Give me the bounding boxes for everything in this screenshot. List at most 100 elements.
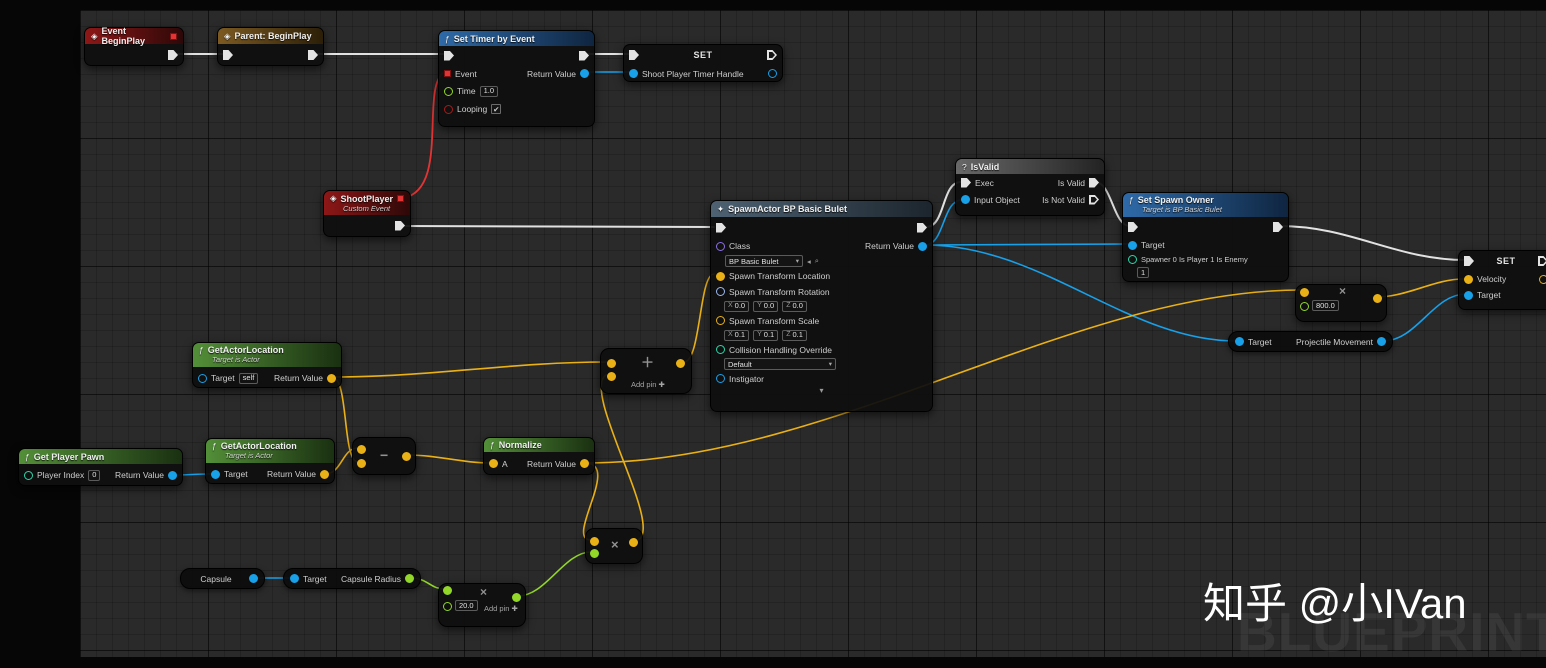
- class-pin[interactable]: [716, 241, 725, 251]
- exec-in-pin[interactable]: [444, 50, 454, 61]
- collision-handling-dropdown[interactable]: Default ▾: [724, 358, 836, 370]
- spawn-rotation-pin[interactable]: [716, 287, 725, 296]
- time-pin[interactable]: [444, 86, 453, 96]
- node-getactorlocation-player[interactable]: ƒ GetActorLocation Target is Actor Targe…: [205, 438, 335, 484]
- output-pin[interactable]: [512, 593, 521, 602]
- input-a-pin[interactable]: [489, 459, 498, 468]
- collapse-arrow-icon[interactable]: ▾: [711, 386, 932, 396]
- event-delegate-pin[interactable]: [444, 70, 451, 77]
- input-b-pin[interactable]: [357, 459, 366, 468]
- output-pin[interactable]: [1373, 294, 1382, 303]
- node-header[interactable]: ƒ GetActorLocation Target is Actor: [206, 439, 334, 463]
- return-value-pin[interactable]: [327, 373, 336, 383]
- node-spawnactor[interactable]: ✦ SpawnActor BP Basic Bulet Class Return…: [710, 200, 933, 412]
- target-pin[interactable]: [1235, 337, 1244, 346]
- input-a-pin[interactable]: [607, 359, 616, 368]
- instigator-pin[interactable]: [716, 374, 725, 383]
- exec-in-pin[interactable]: [1464, 256, 1474, 266]
- exec-in-pin[interactable]: [961, 177, 971, 188]
- looping-pin[interactable]: [444, 104, 453, 114]
- input-a-pin[interactable]: [443, 586, 452, 595]
- input-a-pin[interactable]: [590, 537, 599, 546]
- node-header[interactable]: ? IsValid: [956, 159, 1104, 174]
- browse-asset-icon[interactable]: ⌕: [815, 256, 819, 266]
- node-capsule-radius[interactable]: Target Capsule Radius: [283, 568, 421, 589]
- input-b-pin[interactable]: [607, 372, 616, 381]
- velocity-pin[interactable]: [1464, 274, 1473, 284]
- input-a-pin[interactable]: [1300, 288, 1309, 297]
- target-pin[interactable]: [1128, 240, 1137, 250]
- node-header[interactable]: ◈ Event BeginPlay: [85, 26, 183, 46]
- node-parent-beginplay[interactable]: ◈ Parent: BeginPlay: [217, 27, 324, 66]
- exec-out-pin[interactable]: [1538, 256, 1546, 266]
- exec-in-pin[interactable]: [1128, 222, 1138, 232]
- exec-in-pin[interactable]: [716, 222, 726, 233]
- spawn-location-pin[interactable]: [716, 271, 725, 281]
- target-pin[interactable]: [198, 373, 207, 383]
- output-pin[interactable]: [629, 538, 638, 547]
- return-value-pin[interactable]: [918, 241, 927, 251]
- node-header[interactable]: ƒ Set Timer by Event: [439, 31, 594, 46]
- node-header[interactable]: ◈ Parent: BeginPlay: [218, 28, 323, 44]
- exec-in-pin[interactable]: [223, 50, 233, 60]
- add-pin-button[interactable]: Add pin ✚: [631, 380, 665, 389]
- target-pin[interactable]: [1464, 290, 1473, 300]
- exec-out-pin[interactable]: [917, 222, 927, 233]
- rotation-x-input[interactable]: X 0.0: [724, 300, 750, 312]
- class-dropdown[interactable]: BP Basic Bulet ▾: [725, 255, 803, 267]
- add-pin-button[interactable]: Add pin ✚: [484, 604, 518, 613]
- is-not-valid-exec-pin[interactable]: [1089, 194, 1099, 205]
- exec-out-pin[interactable]: [395, 220, 405, 231]
- node-capsule-get[interactable]: Capsule: [180, 568, 265, 589]
- exec-out-pin[interactable]: [767, 50, 777, 60]
- node-normalize[interactable]: ƒ Normalize A Return Value: [483, 437, 595, 475]
- scale-x-input[interactable]: X 0.1: [724, 329, 750, 341]
- node-header[interactable]: ◈ ShootPlayer Custom Event: [324, 191, 410, 215]
- input-a-pin[interactable]: [357, 445, 366, 454]
- node-add-vector[interactable]: ＋ Add pin ✚: [600, 348, 692, 394]
- node-header[interactable]: ƒ Set Spawn Owner Target is BP Basic Bul…: [1123, 193, 1288, 217]
- input-object-pin[interactable]: [961, 195, 970, 204]
- exec-in-pin[interactable]: [629, 50, 639, 60]
- spawner-pin[interactable]: [1128, 255, 1137, 264]
- input-b-pin[interactable]: [1300, 302, 1309, 311]
- player-index-pin[interactable]: [24, 470, 33, 480]
- node-set-timer-handle[interactable]: SET Shoot Player Timer Handle: [623, 44, 783, 82]
- output-value-pin[interactable]: [768, 69, 777, 78]
- player-index-input[interactable]: 0: [88, 469, 101, 481]
- exec-out-pin[interactable]: [308, 50, 318, 60]
- output-pin[interactable]: [249, 574, 258, 583]
- spawn-scale-pin[interactable]: [716, 316, 725, 325]
- collision-handling-pin[interactable]: [716, 345, 725, 354]
- exec-out-pin[interactable]: [1273, 222, 1283, 232]
- time-input[interactable]: 1.0: [479, 85, 499, 97]
- node-set-timer-by-event[interactable]: ƒ Set Timer by Event Event Return Value …: [438, 30, 595, 127]
- target-pin[interactable]: [290, 574, 299, 583]
- delegate-pin[interactable]: [397, 195, 404, 202]
- rotation-y-input[interactable]: Y 0.0: [753, 300, 779, 312]
- node-set-spawn-owner[interactable]: ƒ Set Spawn Owner Target is BP Basic Bul…: [1122, 192, 1289, 282]
- node-multiply-radius[interactable]: × 20.0 Add pin ✚: [438, 583, 526, 627]
- node-multiply-direction[interactable]: ×: [585, 528, 643, 564]
- multiplier-input[interactable]: 800.0: [1312, 300, 1339, 311]
- return-value-pin[interactable]: [580, 69, 589, 78]
- multiplier-input[interactable]: 20.0: [455, 600, 478, 611]
- target-pin[interactable]: [211, 469, 220, 479]
- node-header[interactable]: ƒ Normalize: [484, 438, 594, 452]
- node-isvalid[interactable]: ? IsValid Exec Is Valid Input Object Is …: [955, 158, 1105, 216]
- return-value-pin[interactable]: [580, 459, 589, 468]
- input-b-pin[interactable]: [590, 549, 599, 558]
- scale-y-input[interactable]: Y 0.1: [753, 329, 779, 341]
- exec-out-pin[interactable]: [168, 50, 178, 60]
- node-header[interactable]: ✦ SpawnActor BP Basic Bulet: [711, 201, 932, 217]
- return-value-pin[interactable]: [168, 470, 177, 480]
- node-multiply-speed[interactable]: × 800.0: [1295, 284, 1387, 322]
- spawner-input[interactable]: 1: [1137, 267, 1150, 278]
- node-getactorlocation-self[interactable]: ƒ GetActorLocation Target is Actor Targe…: [192, 342, 342, 388]
- output-pin[interactable]: [402, 452, 411, 461]
- node-set-velocity[interactable]: SET Velocity Target: [1458, 250, 1546, 310]
- node-projectile-movement[interactable]: Target Projectile Movement: [1228, 331, 1393, 352]
- delegate-pin[interactable]: [170, 32, 177, 40]
- is-valid-exec-pin[interactable]: [1089, 177, 1099, 188]
- scale-z-input[interactable]: Z 0.1: [782, 329, 807, 341]
